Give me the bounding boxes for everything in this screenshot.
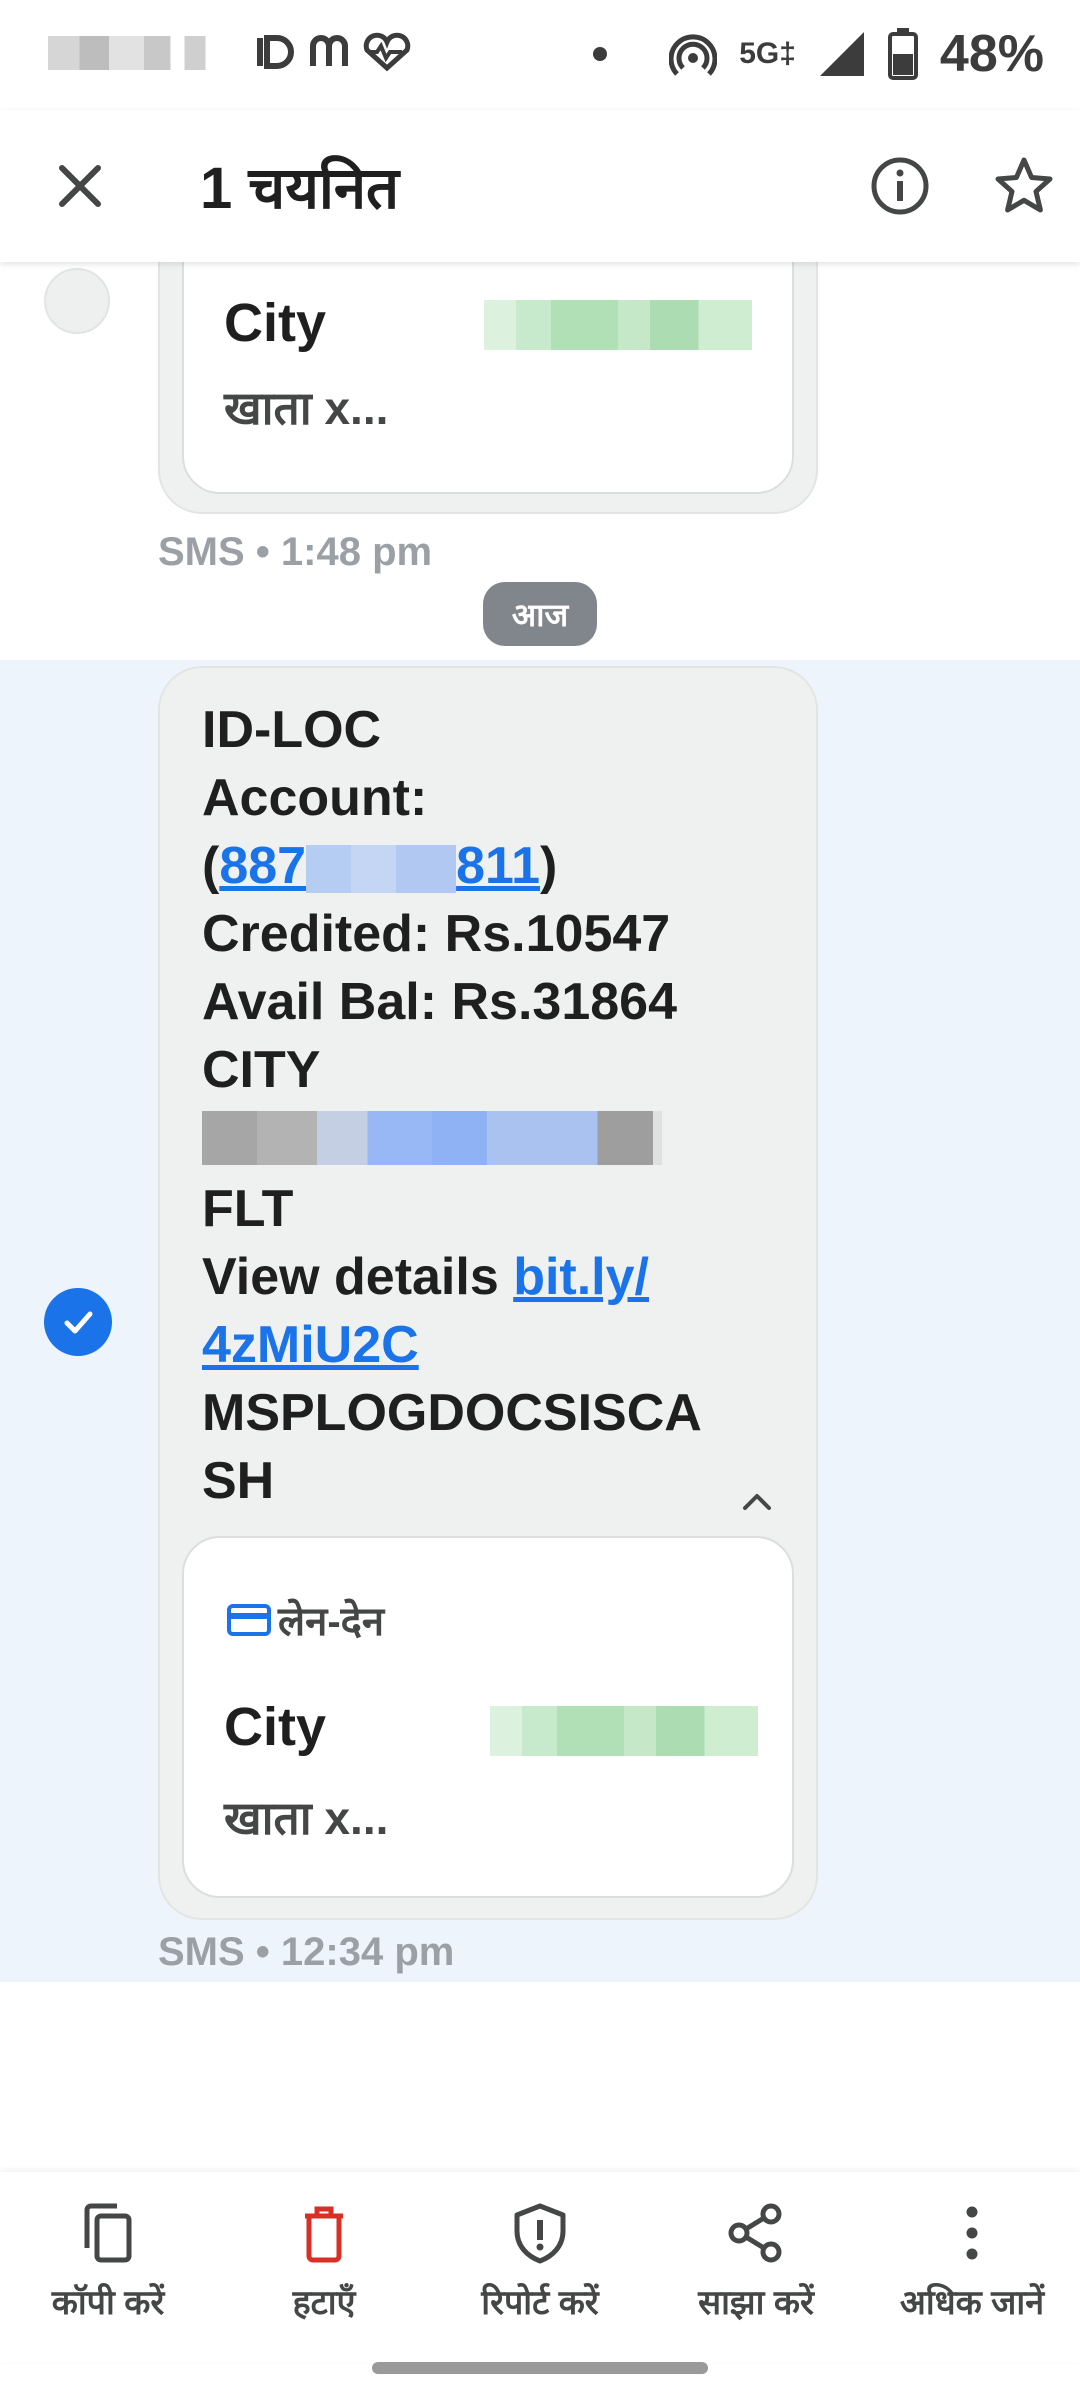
details-link-part2[interactable]: 4zMiU2C [202,1316,419,1374]
info-button[interactable] [860,146,940,226]
message-selected-check[interactable] [44,1288,112,1356]
battery-icon [887,28,918,80]
message-meta: SMS • 1:48 pm [158,530,433,574]
home-indicator[interactable] [372,2362,708,2374]
message-bubble-previous[interactable]: City खाता x... [158,262,818,514]
trash-icon [305,2206,343,2263]
report-button[interactable]: रिपोर्ट करें [440,2172,640,2324]
message-line-code-cont: SH [202,1452,275,1511]
transaction-card[interactable]: City खाता x... [182,262,794,494]
message-body: ID-LOC Account: (887 811) Credited: Rs.10… [202,696,782,1515]
message-line-flt: FLT [202,1180,294,1239]
message-line-sender: ID-LOC [202,701,382,759]
battery-percent: 48% [939,25,1044,83]
selection-app-bar: 1 चयनित [0,110,1080,262]
message-line-code: MSPLOGDOCSISCA [202,1384,702,1443]
delete-label: हटाएँ [292,2284,356,2322]
collapse-button[interactable] [732,1476,782,1526]
info-icon [871,157,929,215]
redacted-text-block [202,1111,662,1166]
close-icon [59,165,101,207]
close-selection-button[interactable] [40,146,120,226]
message-line-city: CITY [202,1041,321,1099]
card-account: खाता x... [224,1792,389,1844]
view-details-text: View details [202,1248,514,1307]
message-line-balance: Avail Bal: Rs.31864 [202,973,678,1031]
account-number-link[interactable]: 887 811 [219,837,540,895]
selection-action-bar: कॉपी करें हटाएँ रिपोर्ट करें साझा करें अ… [0,2172,1080,2362]
shield-alert-icon [514,2203,566,2264]
copy-icon [84,2203,132,2263]
dot-icon [593,47,608,61]
system-status-icons: 5G‡ 48% [593,24,1044,84]
app-notification-icons [255,30,425,84]
chevron-up-icon [743,1494,771,1510]
message-meta: SMS • 12:34 pm [158,1930,455,1974]
message-line-redacted [202,1104,782,1175]
star-button[interactable] [984,146,1064,226]
share-button[interactable]: साझा करें [656,2172,856,2324]
account-link-end: 811 [456,837,540,895]
message-line-account-number: (887 811) [202,832,782,900]
hotspot-icon [669,34,718,76]
share-label: साझा करें [698,2284,814,2322]
notification-glyphs-icon [257,32,411,72]
redacted-account-digits [306,845,457,894]
card-account: खाता x... [224,382,389,434]
transaction-label-text: लेन-देन [278,1600,385,1644]
copy-button[interactable]: कॉपी करें [8,2172,208,2324]
redacted-amount [484,300,752,350]
star-icon [995,157,1053,213]
status-bar: 5G‡ 48% [0,0,1080,110]
redacted-amount [490,1706,758,1756]
transaction-card[interactable]: लेन-देन City खाता x... [182,1536,794,1898]
copy-label: कॉपी करें [51,2284,165,2322]
date-chip: आज [483,582,597,646]
report-label: रिपोर्ट करें [481,2284,599,2322]
check-icon [64,1311,93,1334]
message-bubble-selected[interactable]: ID-LOC Account: (887 811) Credited: Rs.10… [158,666,818,1920]
transaction-label: लेन-देन [226,1592,384,1647]
card-city: City [224,293,327,353]
signal-icon [819,32,864,76]
share-icon [728,2203,782,2263]
paren-open: ( [202,837,220,895]
more-label: अधिक जानें [899,2284,1045,2322]
delete-button[interactable]: हटाएँ [224,2172,424,2324]
more-button[interactable]: अधिक जानें [872,2172,1072,2324]
credit-card-icon [227,1603,271,1636]
message-line-link-cont: 4zMiU2C [202,1311,782,1379]
paren-close: ) [539,837,558,895]
account-link-start: 887 [219,837,307,895]
notification-icons-blurred [48,36,223,70]
message-select-circle[interactable] [44,268,110,334]
network-type: 5G‡ [739,37,796,70]
card-city: City [224,1697,327,1757]
message-line-credited: Credited: Rs.10547 [202,905,671,963]
more-vert-icon [966,2206,978,2260]
message-line-view-details: View details bit.ly/ [202,1243,782,1311]
conversation-list[interactable]: City खाता x... SMS • 1:48 pm आज ID-LOC A… [0,262,1080,2172]
selection-count-title: 1 चयनित [200,156,400,221]
message-line-account-label: Account: [202,769,428,827]
details-link-part1[interactable]: bit.ly/ [513,1248,649,1306]
